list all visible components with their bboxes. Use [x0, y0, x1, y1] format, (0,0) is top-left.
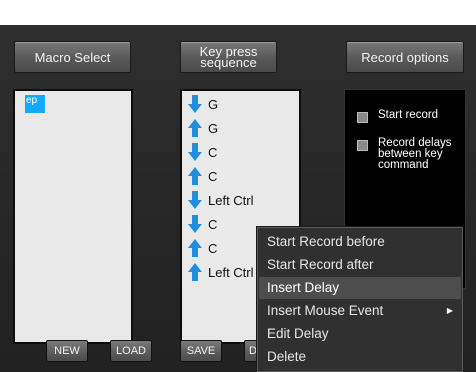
menu-item-edit-delay[interactable]: Edit Delay	[259, 323, 461, 345]
arrow-up-icon	[188, 119, 202, 137]
record-delays-option[interactable]: Record delays between key command	[357, 137, 464, 171]
macro-editor-window: Macro Select Key press sequence Record o…	[0, 25, 476, 372]
sequence-item[interactable]: C	[188, 213, 217, 235]
sequence-item-label: G	[208, 120, 219, 136]
arrow-up-icon	[188, 167, 202, 185]
start-record-label: Start record	[378, 109, 439, 121]
start-record-checkbox[interactable]	[357, 112, 368, 123]
sequence-item[interactable]: G	[188, 117, 218, 139]
record-options-label: Record options	[361, 49, 449, 65]
menu-item-insert-delay[interactable]: Insert Delay	[259, 277, 461, 299]
start-record-option[interactable]: Start record	[357, 109, 464, 123]
record-options-button[interactable]: Record options	[346, 41, 464, 73]
sequence-item-label: C	[208, 216, 218, 232]
arrow-up-icon	[188, 239, 202, 257]
key-press-sequence-button[interactable]: Key press sequence	[180, 41, 277, 73]
sequence-item[interactable]: C	[188, 165, 217, 187]
sequence-item[interactable]: Left Ctrl	[188, 261, 254, 283]
menu-item-delete[interactable]: Delete	[259, 346, 461, 368]
sequence-item-label: Left Ctrl	[208, 264, 254, 280]
record-delays-label: Record delays between key command	[378, 137, 452, 171]
key-press-label-line2: sequence	[200, 55, 257, 70]
context-menu: Start Record before Start Record after I…	[257, 227, 463, 372]
macro-list[interactable]: ep	[13, 89, 133, 344]
arrow-up-icon	[188, 263, 202, 281]
sequence-item[interactable]: G	[188, 93, 218, 115]
sequence-item-label: Left Ctrl	[208, 192, 254, 208]
save-button[interactable]: SAVE	[180, 340, 222, 362]
arrow-down-icon	[188, 191, 202, 209]
load-button[interactable]: LOAD	[110, 340, 152, 362]
macro-select-button[interactable]: Macro Select	[14, 41, 131, 73]
menu-item-start-record-before[interactable]: Start Record before	[259, 231, 461, 253]
sequence-item[interactable]: C	[188, 141, 217, 163]
sequence-item-label: C	[208, 168, 218, 184]
arrow-down-icon	[188, 95, 202, 113]
macro-list-item-selected[interactable]: ep	[25, 95, 45, 113]
submenu-arrow-icon: ▶	[446, 306, 453, 315]
macro-select-label: Macro Select	[34, 49, 111, 65]
new-button[interactable]: NEW	[46, 340, 88, 362]
menu-item-start-record-after[interactable]: Start Record after	[259, 254, 461, 276]
menu-item-insert-mouse-event-label: Insert Mouse Event	[267, 303, 384, 318]
sequence-item[interactable]: Left Ctrl	[188, 189, 254, 211]
arrow-down-icon	[188, 143, 202, 161]
sequence-item[interactable]: C	[188, 237, 217, 259]
sequence-item-label: C	[208, 240, 218, 256]
sequence-item-label: G	[208, 96, 219, 112]
menu-item-insert-mouse-event[interactable]: Insert Mouse Event ▶	[259, 300, 461, 322]
arrow-down-icon	[188, 215, 202, 233]
record-delays-checkbox[interactable]	[357, 140, 368, 151]
sequence-item-label: C	[208, 144, 218, 160]
